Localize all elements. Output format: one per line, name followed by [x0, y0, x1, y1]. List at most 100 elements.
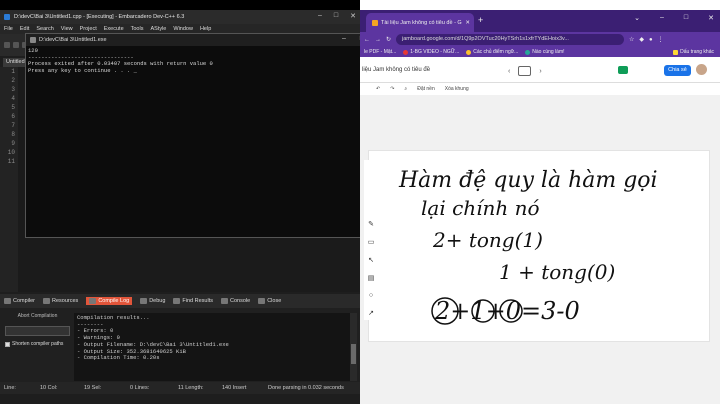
- address-bar[interactable]: jamboard.google.com/d/1Q9p2OVTuc20HyTSrh…: [396, 34, 625, 45]
- handwriting-canvas[interactable]: Hàm đệ quy là hàm gọi lại chính nó 2+ to…: [369, 151, 711, 343]
- laser-icon[interactable]: ↗: [368, 309, 374, 317]
- menu-window[interactable]: Window: [173, 26, 193, 32]
- debug-icon: [140, 298, 148, 304]
- tab-label: Compile Log: [98, 298, 130, 304]
- menu-search[interactable]: Search: [36, 26, 53, 32]
- minimize-icon[interactable]: –: [318, 12, 322, 20]
- frame-thumbnail[interactable]: [518, 66, 532, 76]
- shorten-paths-option[interactable]: Shorten compiler paths: [5, 340, 75, 348]
- menu-view[interactable]: View: [61, 26, 73, 32]
- console-output: 120 -------------------------------- Proce…: [26, 46, 390, 237]
- line-number: 9: [11, 140, 15, 147]
- bookmark-other[interactable]: Dấu trang khác: [673, 49, 714, 55]
- minimize-icon[interactable]: –: [342, 35, 346, 43]
- prev-frame-icon[interactable]: ‹: [508, 68, 510, 75]
- folder-icon: [673, 49, 679, 55]
- menu-help[interactable]: Help: [200, 26, 211, 32]
- shorten-paths-checkbox[interactable]: [5, 341, 10, 347]
- editor-tab-untitled[interactable]: Untitled: [3, 58, 27, 67]
- star-icon[interactable]: ☆: [629, 36, 634, 43]
- tab-debug[interactable]: Debug: [140, 298, 165, 304]
- menu-file[interactable]: File: [4, 26, 13, 32]
- select-icon[interactable]: ↖: [368, 256, 374, 264]
- tab-label: Close: [267, 298, 282, 304]
- reload-icon[interactable]: ↻: [386, 36, 391, 43]
- console-window[interactable]: D:\devC\Bai 3\Untitled1.exe – □ ✕ 120---…: [25, 33, 391, 238]
- tab-console[interactable]: Console: [221, 298, 250, 304]
- handwriting-line: 1 + tong(0): [499, 260, 615, 284]
- tab-close[interactable]: Close: [258, 298, 281, 304]
- line-number: 4: [11, 95, 15, 102]
- log-line: Compilation results...: [77, 314, 150, 321]
- status-line: Line:: [4, 385, 16, 391]
- jam-toolbar: ↶ ↷ ⌕ Đặt nền Xóa khung: [360, 84, 720, 94]
- maximize-icon[interactable]: □: [334, 12, 338, 20]
- handwriting-line: lại chính nó: [421, 196, 540, 220]
- bookmark-grammar[interactable]: Các chủ điểm ngữ...: [466, 49, 518, 55]
- maximize-icon[interactable]: □: [684, 14, 688, 22]
- console-title-bar: D:\devC\Bai 3\Untitled1.exe – □ ✕: [26, 34, 390, 46]
- bookmark-label: le PDF - Mật...: [364, 49, 397, 55]
- sticky-note-icon[interactable]: ▤: [368, 274, 375, 282]
- compile-progress-bar: [5, 326, 70, 336]
- jam-title[interactable]: liệu Jam không có tiêu đề: [362, 67, 430, 73]
- avatar[interactable]: [696, 64, 707, 75]
- clear-frame-button[interactable]: Xóa khung: [445, 86, 469, 92]
- chevron-down-icon[interactable]: ⌄: [634, 14, 640, 22]
- zoom-icon[interactable]: ⌕: [404, 86, 407, 92]
- close-icon[interactable]: ✕: [350, 12, 356, 20]
- minimize-icon[interactable]: –: [660, 14, 664, 22]
- tab-compiler[interactable]: Compiler: [4, 298, 35, 304]
- tab-compile-log[interactable]: Compile Log: [86, 297, 133, 305]
- share-button[interactable]: Chia sẻ: [664, 65, 691, 76]
- menu-project[interactable]: Project: [80, 26, 97, 32]
- status-parse: Done parsing in 0.032 seconds: [268, 385, 344, 391]
- line-number: 3: [11, 86, 15, 93]
- tab-find-results[interactable]: Find Results: [173, 298, 213, 304]
- devcpp-title: D:\devC\Bai 3\Untitled1.cpp - [Executing…: [14, 14, 185, 20]
- tab-resources[interactable]: Resources: [43, 298, 78, 304]
- menu-edit[interactable]: Edit: [20, 26, 29, 32]
- more-icon[interactable]: ⋮: [658, 36, 664, 43]
- resources-icon: [43, 298, 51, 304]
- abort-compilation-button[interactable]: Abort Compilation: [5, 313, 70, 322]
- line-number-gutter: 1 2 3 4 5 6 7 8 9 10 11: [0, 67, 18, 292]
- line-number: 5: [11, 104, 15, 111]
- red-dot-icon: [403, 49, 409, 55]
- eraser-icon[interactable]: ▭: [368, 238, 375, 246]
- new-tab-button[interactable]: +: [478, 15, 483, 25]
- undo-icon[interactable]: ↶: [376, 86, 380, 92]
- redo-icon[interactable]: ↷: [390, 86, 394, 92]
- menu-execute[interactable]: Execute: [104, 26, 124, 32]
- menu-tools[interactable]: Tools: [131, 26, 144, 32]
- open-icon[interactable]: [13, 42, 19, 48]
- status-col: 10 Col:: [40, 385, 58, 391]
- menu-astyle[interactable]: AStyle: [150, 26, 166, 32]
- devcpp-app-icon: [4, 14, 10, 20]
- back-icon[interactable]: ←: [364, 37, 370, 43]
- tab-close-icon[interactable]: ✕: [465, 20, 470, 26]
- console-title: D:\devC\Bai 3\Untitled1.exe: [39, 37, 107, 43]
- new-file-icon[interactable]: [4, 42, 10, 48]
- bookmark-pdf[interactable]: le PDF - Mật...: [364, 49, 396, 55]
- close-icon[interactable]: ✕: [708, 14, 714, 22]
- handwriting-line: 2+ tong(1): [432, 228, 543, 252]
- pen-icon[interactable]: ✎: [368, 220, 374, 228]
- status-insert: 140 Insert: [222, 385, 247, 391]
- chrome-tab-jamboard[interactable]: Tài liệu Jam không có tiêu đề - G ✕: [366, 13, 474, 32]
- next-frame-icon[interactable]: ›: [539, 68, 541, 75]
- close-panel-icon: [258, 298, 266, 304]
- scrollbar-thumb[interactable]: [351, 344, 356, 364]
- circle-shape-icon[interactable]: ○: [369, 292, 373, 299]
- bookmarks-bar: le PDF - Mật... 1-BG VIDEO - NGỮ... Các …: [360, 47, 720, 57]
- bookmark-label: 1-BG VIDEO - NGỮ...: [410, 49, 460, 55]
- bookmark-video[interactable]: 1-BG VIDEO - NGỮ...: [403, 49, 459, 55]
- set-background-button[interactable]: Đặt nền: [417, 86, 435, 92]
- jam-frame[interactable]: Hàm đệ quy là hàm gọi lại chính nó 2+ to…: [368, 150, 710, 342]
- meet-icon[interactable]: [618, 66, 628, 74]
- forward-icon[interactable]: →: [375, 37, 381, 43]
- bookmark-lets-do[interactable]: Nào cùng làm!: [525, 49, 565, 55]
- profile-icon[interactable]: ●: [649, 37, 653, 43]
- extension-icon[interactable]: ◆: [639, 36, 644, 43]
- log-line: --------: [77, 320, 104, 328]
